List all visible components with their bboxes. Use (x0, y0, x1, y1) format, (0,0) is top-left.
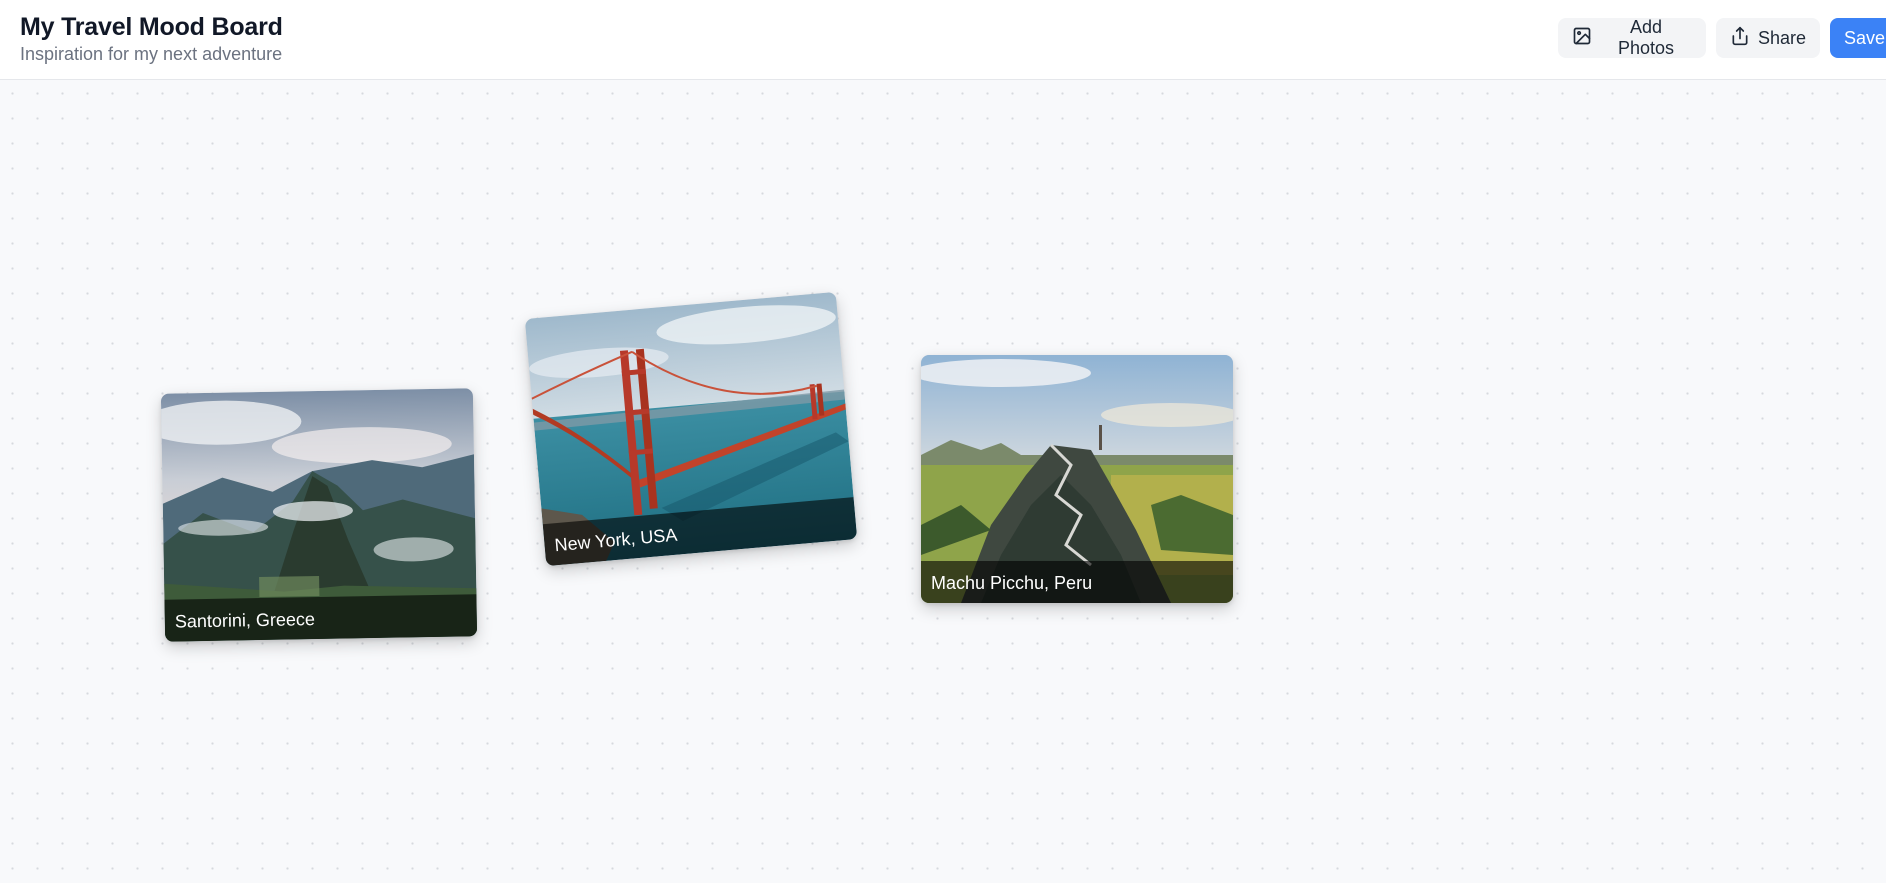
app-root: My Travel Mood Board Inspiration for my … (0, 0, 1886, 883)
photo-caption: Machu Picchu, Peru (921, 561, 1233, 603)
photo-card[interactable]: Machu Picchu, Peru (921, 355, 1233, 603)
share-button[interactable]: Share (1716, 18, 1820, 58)
photo-card[interactable]: Santorini, Greece (160, 388, 478, 642)
top-bar: My Travel Mood Board Inspiration for my … (0, 0, 1886, 80)
share-label: Share (1758, 27, 1807, 48)
page-subtitle: Inspiration for my next adventure (20, 44, 283, 64)
photo-caption: Santorini, Greece (164, 594, 478, 642)
mood-board-canvas[interactable]: Santorini, Greece New York, USA Machu Pi… (0, 81, 1886, 883)
page-title: My Travel Mood Board (20, 13, 283, 41)
photo-card[interactable]: New York, USA (524, 291, 858, 567)
add-photos-button[interactable]: Add Photos (1558, 17, 1706, 58)
save-button[interactable]: Save (1830, 18, 1886, 58)
add-photos-label: Add Photos (1617, 17, 1675, 58)
image-icon (1572, 26, 1592, 51)
share-icon (1730, 26, 1750, 51)
save-label: Save (1844, 27, 1886, 48)
